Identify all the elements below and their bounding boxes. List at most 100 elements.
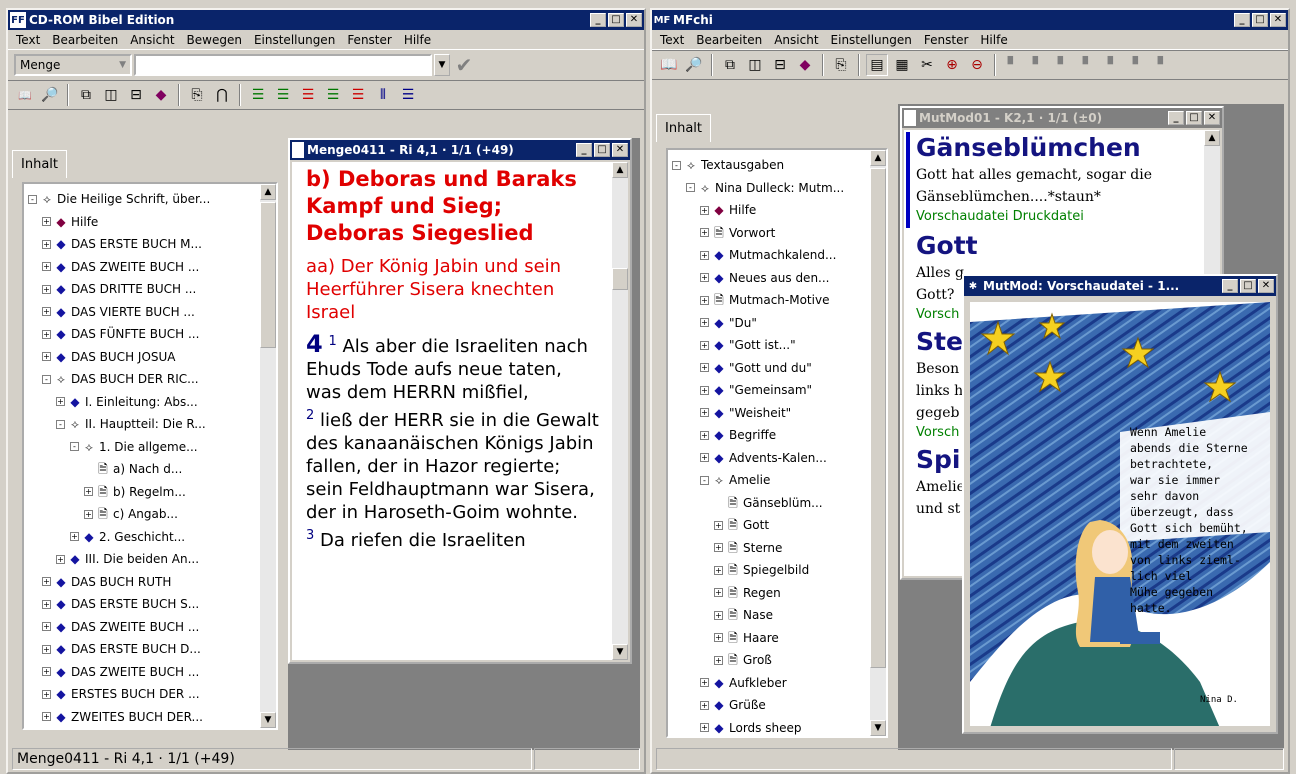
tree-node[interactable]: + 🗎 Spiegelbild <box>672 559 868 582</box>
collapse-icon[interactable]: - <box>28 194 37 204</box>
tree-node[interactable]: + ◆ DAS BUCH RUTH <box>28 571 258 594</box>
scroll-up-arrow[interactable]: ▲ <box>870 150 886 166</box>
expand-icon[interactable]: + <box>42 689 51 699</box>
menu-bearbeiten[interactable]: Bearbeiten <box>52 33 118 47</box>
menu-bewegen[interactable]: Bewegen <box>187 33 242 47</box>
expand-icon[interactable]: + <box>42 329 51 339</box>
menu-hilfe[interactable]: Hilfe <box>404 33 431 47</box>
view1-icon[interactable]: ☰ <box>247 84 269 106</box>
expand-icon[interactable]: + <box>714 565 723 575</box>
view4-icon[interactable]: ☰ <box>322 84 344 106</box>
expand-icon[interactable]: + <box>700 363 709 373</box>
tree-node[interactable]: + ◆ "Weisheit" <box>672 402 868 425</box>
tree-node[interactable]: + 🗎 Nase <box>672 604 868 627</box>
scroll-thumb[interactable] <box>870 168 886 668</box>
tree-node[interactable]: + ◆ III. Die beiden An... <box>28 548 258 571</box>
tree-node[interactable]: + 🗎 Vorwort <box>672 222 868 245</box>
page-props-icon[interactable]: ▦ <box>891 54 913 76</box>
minimize-button[interactable]: _ <box>590 13 606 27</box>
scroll-up-arrow[interactable]: ▲ <box>260 184 276 200</box>
translation-combo[interactable]: Menge ▼ <box>14 54 132 76</box>
collapse-icon[interactable]: - <box>700 475 709 485</box>
tree-node[interactable]: + 🗎 Sterne <box>672 537 868 560</box>
bible-title-bar[interactable]: FF CD-ROM Bibel Edition _ □ ✕ <box>8 10 644 30</box>
expand-icon[interactable]: + <box>70 532 79 542</box>
menu-ansicht[interactable]: Ansicht <box>774 33 818 47</box>
expand-icon[interactable]: + <box>700 205 709 215</box>
menu-hilfe[interactable]: Hilfe <box>980 33 1007 47</box>
tree-node[interactable]: - ⟡ 1. Die allgeme... <box>28 436 258 459</box>
close-button[interactable]: ✕ <box>612 143 628 157</box>
tree-node[interactable]: - ⟡ Textausgaben <box>672 154 868 177</box>
tile-horizontal-icon[interactable]: ⊟ <box>125 84 147 106</box>
expand-icon[interactable]: + <box>700 453 709 463</box>
tools-icon[interactable]: ✂ <box>916 54 938 76</box>
menu-bearbeiten[interactable]: Bearbeiten <box>696 33 762 47</box>
expand-icon[interactable]: + <box>42 644 51 654</box>
lookup-icon[interactable]: 🔎 <box>683 54 705 76</box>
close-button[interactable]: ✕ <box>1258 279 1274 293</box>
tree-node[interactable]: + ◆ DAS ZWEITE BUCH ... <box>28 661 258 684</box>
mfchi-title-bar[interactable]: MF MFchi _ □ ✕ <box>652 10 1288 30</box>
tree-node[interactable]: + ◆ DAS ZWEITE BUCH ... <box>28 616 258 639</box>
expand-icon[interactable]: + <box>714 655 723 665</box>
menu-einstellungen[interactable]: Einstellungen <box>254 33 335 47</box>
expand-icon[interactable]: + <box>700 228 709 238</box>
expand-icon[interactable]: + <box>56 554 65 564</box>
mutmod-title-bar[interactable]: MutMod01 - K2,1 · 1/1 (±0) _ □ ✕ <box>902 108 1222 128</box>
tree-scrollbar[interactable]: ▲ ▼ <box>870 150 886 736</box>
tree-node[interactable]: + ◆ DAS FÜNFTE BUCH ... <box>28 323 258 346</box>
tree-node[interactable]: - ⟡ Amelie <box>672 469 868 492</box>
expand-icon[interactable]: + <box>42 577 51 587</box>
collapse-icon[interactable]: - <box>70 442 79 452</box>
view3-icon[interactable]: ☰ <box>297 84 319 106</box>
menu-einstellungen[interactable]: Einstellungen <box>831 33 912 47</box>
expand-icon[interactable]: + <box>84 509 93 519</box>
expand-icon[interactable]: + <box>42 284 51 294</box>
copy-icon[interactable]: ⎘ <box>830 54 852 76</box>
close-button[interactable]: ✕ <box>1270 13 1286 27</box>
expand-icon[interactable]: + <box>42 307 51 317</box>
collapse-icon[interactable]: - <box>56 419 65 429</box>
tree-node[interactable]: + ◆ "Gott und du" <box>672 357 868 380</box>
book-icon[interactable]: ◆ <box>150 84 172 106</box>
collapse-icon[interactable]: - <box>686 183 695 193</box>
preview-title-bar[interactable]: ✱ MutMod: Vorschaudatei - 1... _ □ ✕ <box>964 276 1276 296</box>
tree-node[interactable]: + ◆ Neues aus den... <box>672 267 868 290</box>
tree-node[interactable]: + 🗎 Mutmach-Motive <box>672 289 868 312</box>
book-icon[interactable]: ◆ <box>794 54 816 76</box>
expand-icon[interactable]: + <box>56 397 65 407</box>
tile-horizontal-icon[interactable]: ⊟ <box>769 54 791 76</box>
tree-node[interactable]: + ◆ ERSTES BUCH DER ... <box>28 683 258 706</box>
tree-node[interactable]: + ◆ I. Einleitung: Abs... <box>28 391 258 414</box>
scroll-thumb[interactable] <box>260 202 276 348</box>
tile-vertical-icon[interactable]: ◫ <box>744 54 766 76</box>
view4-icon[interactable]: ▘ <box>1077 54 1099 76</box>
cascade-icon[interactable]: ⧉ <box>719 54 741 76</box>
expand-icon[interactable]: + <box>700 723 709 733</box>
expand-icon[interactable]: + <box>700 295 709 305</box>
tree-node[interactable]: + ◆ DAS ERSTE BUCH D... <box>28 638 258 661</box>
expand-icon[interactable]: + <box>700 340 709 350</box>
text-scrollbar[interactable]: ▲ ▼ <box>612 162 628 660</box>
tree-node[interactable]: - ⟡ Nina Dulleck: Mutm... <box>672 177 868 200</box>
maximize-button[interactable]: □ <box>594 143 610 157</box>
maximize-button[interactable]: □ <box>1186 111 1202 125</box>
tree-node[interactable]: + 🗎 Regen <box>672 582 868 605</box>
expand-icon[interactable]: + <box>714 610 723 620</box>
tree-node[interactable]: + 🗎 Gott <box>672 514 868 537</box>
minimize-button[interactable]: _ <box>1234 13 1250 27</box>
expand-icon[interactable]: + <box>42 712 51 722</box>
tree-node[interactable]: + ◆ Grüße <box>672 694 868 717</box>
view7-icon[interactable]: ▘ <box>1152 54 1174 76</box>
cascade-icon[interactable]: ⧉ <box>75 84 97 106</box>
search-dropdown-button[interactable]: ▼ <box>434 54 450 76</box>
expand-icon[interactable]: + <box>700 250 709 260</box>
expand-icon[interactable]: + <box>42 239 51 249</box>
expand-icon[interactable]: + <box>42 217 51 227</box>
tree-node[interactable]: + ◆ DAS BUCH JOSUA <box>28 346 258 369</box>
tree-node[interactable]: + ◆ DAS VIERTE BUCH ... <box>28 301 258 324</box>
tree-node[interactable]: + ◆ Hilfe <box>672 199 868 222</box>
minimize-button[interactable]: _ <box>576 143 592 157</box>
file-links[interactable]: Vorschaudatei Druckdatei <box>916 208 1200 226</box>
